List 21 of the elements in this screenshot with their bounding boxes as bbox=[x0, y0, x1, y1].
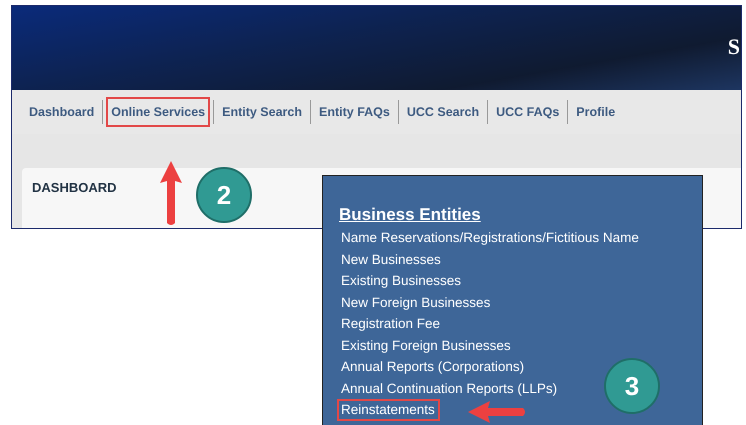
menu-link[interactable]: Annual Continuation Reports (LLPs) bbox=[337, 378, 562, 399]
menu-link[interactable]: Reinstatements bbox=[337, 399, 440, 420]
arrow-icon bbox=[160, 161, 182, 225]
site-title: S bbox=[728, 34, 740, 60]
nav-link[interactable]: Online Services bbox=[106, 97, 210, 127]
nav-link[interactable]: Entity FAQs bbox=[314, 97, 395, 127]
card-title: DASHBOARD bbox=[32, 180, 116, 195]
nav-link[interactable]: Profile bbox=[571, 97, 620, 127]
nav-link[interactable]: Entity Search bbox=[217, 97, 307, 127]
menu-link[interactable]: New Businesses bbox=[337, 248, 446, 270]
menu-link[interactable]: Name Reservations/Registrations/Fictitious Name bbox=[337, 227, 644, 248]
menu-link[interactable]: Existing Foreign Businesses bbox=[337, 334, 516, 356]
menu-link[interactable]: Existing Businesses bbox=[337, 270, 466, 292]
nav-link[interactable]: UCC FAQs bbox=[491, 97, 564, 127]
menu-link[interactable]: New Foreign Businesses bbox=[337, 292, 496, 313]
menu-link[interactable]: Registration Fee bbox=[337, 313, 446, 334]
menu-link[interactable]: Annual Reports (Corporations) bbox=[337, 356, 530, 378]
nav-link[interactable]: UCC Search bbox=[402, 97, 484, 127]
menu-heading[interactable]: Business Entities bbox=[339, 204, 481, 226]
nav-link[interactable]: Dashboard bbox=[24, 97, 100, 127]
arrow-icon bbox=[468, 401, 526, 423]
